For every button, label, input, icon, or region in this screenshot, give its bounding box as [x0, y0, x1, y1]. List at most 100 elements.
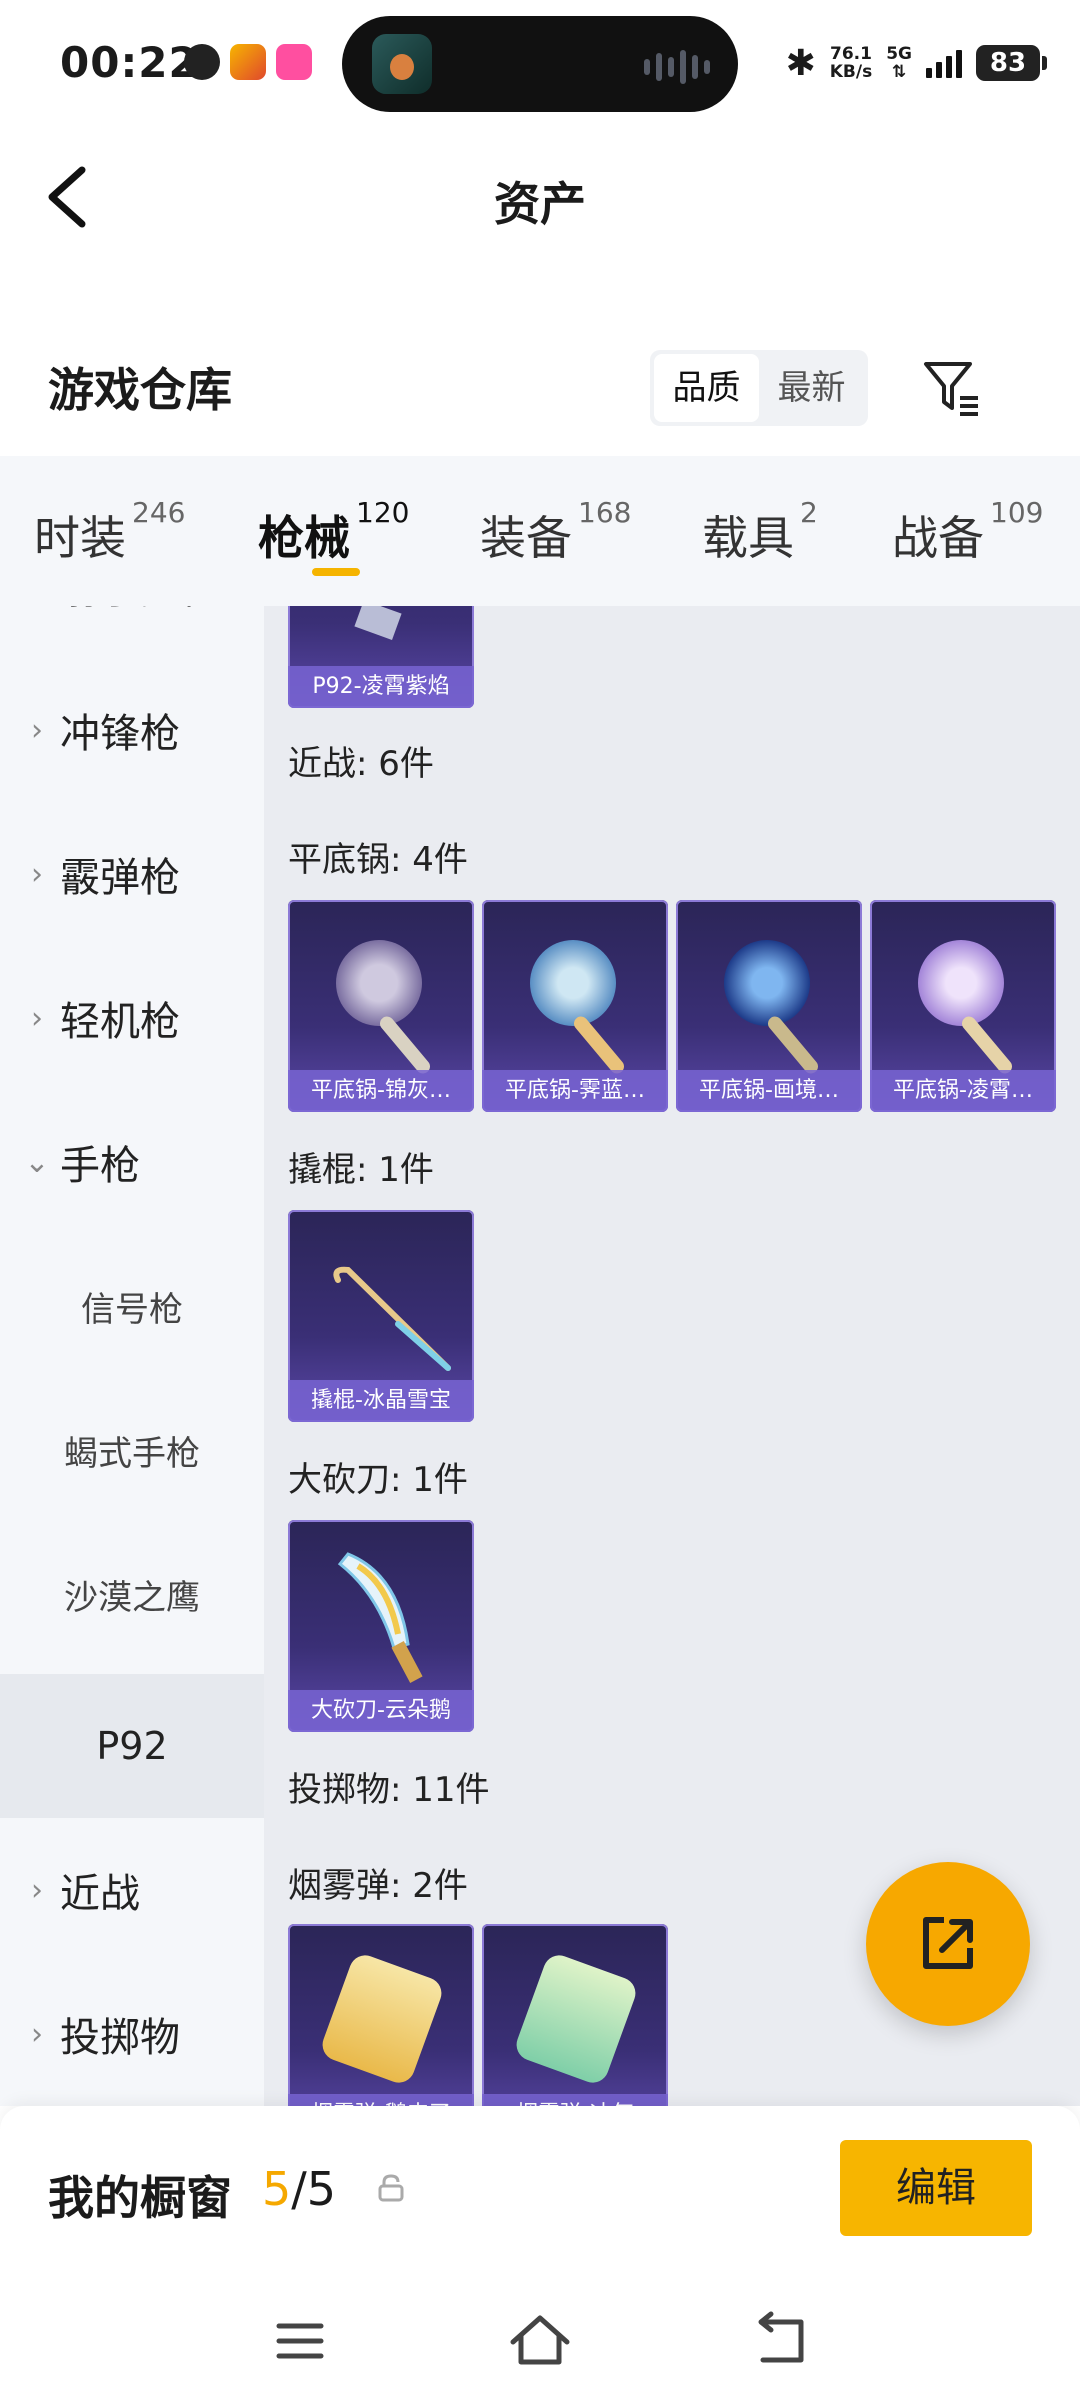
- sort-toggle: 品质 最新: [650, 350, 868, 426]
- item-name: 平底锅-锦灰…: [288, 1070, 474, 1112]
- tab-count: 246: [132, 496, 186, 529]
- item-name: 平底锅-霁蓝…: [482, 1070, 668, 1112]
- tab-vehicles[interactable]: 载具 2: [702, 496, 818, 568]
- page-title: 资产: [494, 177, 586, 231]
- item-card-pan-1[interactable]: 平底锅-锦灰…: [288, 900, 474, 1112]
- crowbar-art: [333, 1266, 451, 1371]
- tab-label: 时装: [34, 511, 126, 565]
- chevron-right-icon: ›: [31, 2016, 43, 2052]
- sidebar-item-label: 投掷物: [60, 2015, 180, 2061]
- sidebar-item-pistol[interactable]: ⌄ 手枪: [0, 1090, 264, 1234]
- pan-handle-art: [959, 1013, 1015, 1077]
- tab-label: 枪械: [258, 511, 350, 565]
- item-card-pan-2[interactable]: 平底锅-霁蓝…: [482, 900, 668, 1112]
- tab-count: 109: [990, 496, 1044, 529]
- tab-supplies[interactable]: 战备 109: [892, 496, 1043, 568]
- system-nav-bar: [0, 2286, 1080, 2400]
- sidebar-item-throwable[interactable]: › 投掷物: [0, 1962, 264, 2106]
- sidebar-item-label: 手枪: [60, 1143, 140, 1189]
- pan-art: [724, 940, 810, 1026]
- sidebar-item-label: 霰弹枪: [60, 855, 180, 901]
- showcase-bar: 我的橱窗 5/5 编辑: [0, 2106, 1080, 2286]
- sidebar-item-smg[interactable]: › 冲锋枪: [0, 658, 264, 802]
- sort-latest-button[interactable]: 最新: [759, 354, 864, 422]
- net-speed-value: 76.1: [829, 44, 872, 64]
- tab-fashion[interactable]: 时装 246: [34, 496, 185, 568]
- showcase-count: 5/5: [262, 2162, 336, 2216]
- signal-icon: [926, 48, 962, 78]
- sidebar-item-lmg[interactable]: › 轻机枪: [0, 946, 264, 1090]
- tab-count: 2: [800, 496, 818, 529]
- category-tabs: 时装 246 枪械 120 装备 168 载具 2 战备 109: [0, 456, 1080, 606]
- item-card-pan-4[interactable]: 平底锅-凌霄…: [870, 900, 1056, 1112]
- item-name: 大砍刀-云朵鹅: [288, 1690, 474, 1732]
- showcase-total: /5: [291, 2162, 337, 2216]
- item-card-crowbar[interactable]: 撬棍-冰晶雪宝: [288, 1210, 474, 1422]
- machete-art: [337, 1552, 423, 1683]
- tab-label: 装备: [480, 511, 572, 565]
- showcase-current: 5: [262, 2162, 292, 2216]
- status-indicators: ✱ 76.1 KB/s 5G ⇅ 83: [786, 38, 1047, 88]
- tab-label: 战备: [892, 511, 984, 565]
- status-bar: 00:22 ✱ 76.1 KB/s 5G ⇅ 83: [0, 0, 1080, 120]
- tab-count: 120: [356, 496, 410, 529]
- now-playing-artwork: [372, 34, 432, 94]
- chevron-right-icon: ›: [31, 856, 43, 892]
- dynamic-island[interactable]: [342, 16, 738, 112]
- pan-art: [336, 940, 422, 1026]
- lock-icon: [378, 2174, 404, 2202]
- back-icon[interactable]: [745, 2306, 815, 2376]
- audio-wave-icon: [644, 50, 710, 84]
- chevron-right-icon: ›: [31, 1000, 43, 1036]
- filter-icon[interactable]: [920, 356, 984, 420]
- section-pan-header: 平底锅: 4件: [288, 840, 468, 880]
- game-app-icon: [230, 44, 266, 80]
- smoke-grenade-art: [512, 1950, 640, 2088]
- section-crowbar-header: 撬棍: 1件: [288, 1150, 434, 1190]
- sidebar-item-flare-gun[interactable]: 信号枪: [0, 1234, 264, 1378]
- sidebar-item-melee[interactable]: › 近战: [0, 1818, 264, 1962]
- app-notification-icon: [184, 44, 220, 80]
- sidebar-item-marksman[interactable]: › 射手步枪: [0, 606, 264, 658]
- sidebar-item-deagle[interactable]: 沙漠之鹰: [0, 1522, 264, 1666]
- sidebar-item-label: 冲锋枪: [60, 711, 180, 757]
- network-label: 5G: [886, 44, 912, 64]
- pan-art: [918, 940, 1004, 1026]
- sidebar-item-label: 轻机枪: [60, 999, 180, 1045]
- sidebar-item-label: 射手步枪: [60, 606, 220, 615]
- battery-icon: 83: [976, 45, 1047, 81]
- edit-button[interactable]: 编辑: [840, 2140, 1032, 2236]
- showcase-title: 我的橱窗: [48, 2171, 232, 2225]
- section-throwable-header: 投掷物: 11件: [288, 1770, 490, 1810]
- share-export-icon: [923, 1917, 973, 1969]
- pan-handle-art: [377, 1013, 433, 1077]
- item-card-machete[interactable]: 大砍刀-云朵鹅: [288, 1520, 474, 1732]
- item-name: 平底锅-凌霄…: [870, 1070, 1056, 1112]
- share-fab-button[interactable]: [866, 1862, 1030, 2026]
- sort-quality-button[interactable]: 品质: [654, 354, 759, 422]
- item-card-smoke-1[interactable]: 烟雾弹-鹅来了: [288, 1924, 474, 2106]
- sidebar-item-shotgun[interactable]: › 霰弹枪: [0, 802, 264, 946]
- item-name: P92-凌霄紫焰: [288, 666, 474, 708]
- pan-handle-art: [571, 1013, 627, 1077]
- chevron-right-icon: ›: [31, 712, 43, 748]
- section-smoke-header: 烟雾弹: 2件: [288, 1866, 468, 1906]
- active-tab-indicator: [312, 568, 360, 576]
- smoke-grenade-art: [318, 1950, 446, 2088]
- sidebar-item-label: 近战: [60, 1871, 140, 1917]
- item-name: 烟雾弹-鹅来了: [288, 2094, 474, 2106]
- network-speed: 76.1 KB/s: [830, 45, 872, 81]
- sidebar-item-scorpion[interactable]: 蝎式手枪: [0, 1378, 264, 1522]
- item-card-pan-3[interactable]: 平底锅-画境…: [676, 900, 862, 1112]
- item-card-p92[interactable]: P92-凌霄紫焰: [288, 606, 474, 708]
- menu-icon[interactable]: [265, 2306, 335, 2376]
- status-time: 00:22: [60, 38, 199, 87]
- sidebar-item-p92[interactable]: P92: [0, 1674, 264, 1818]
- net-speed-unit: KB/s: [829, 62, 873, 82]
- home-icon[interactable]: [505, 2306, 575, 2376]
- section-machete-header: 大砍刀: 1件: [288, 1460, 468, 1500]
- item-card-smoke-2[interactable]: 烟雾弹-冰气: [482, 1924, 668, 2106]
- tab-equipment[interactable]: 装备 168: [480, 496, 631, 568]
- tab-firearms[interactable]: 枪械 120: [258, 496, 409, 568]
- network-type: 5G ⇅: [886, 45, 912, 81]
